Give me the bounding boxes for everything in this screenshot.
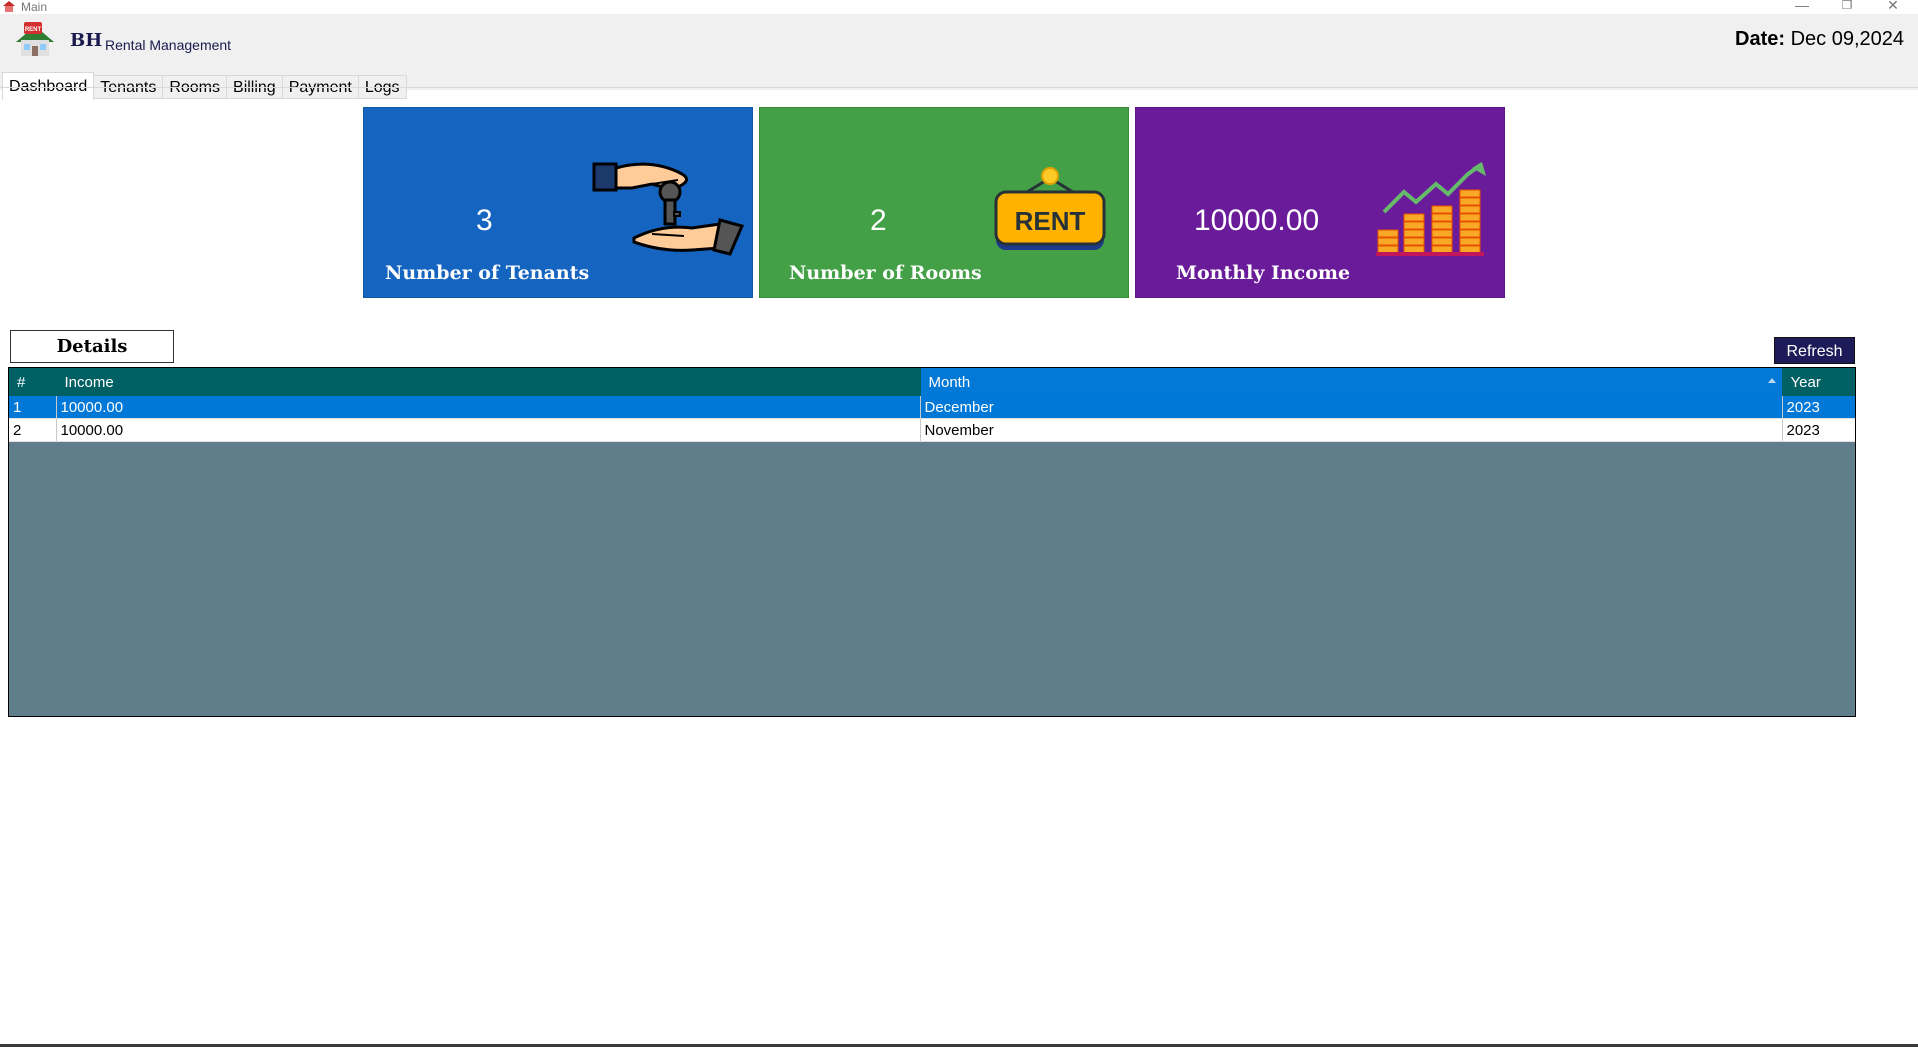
rent-sign-text: RENT (1015, 206, 1086, 236)
cell-month[interactable]: December (920, 396, 1783, 419)
column-header-month[interactable]: Month (920, 368, 1783, 396)
cell-income[interactable]: 10000.00 (56, 396, 921, 419)
rent-sign-icon: RENT (994, 167, 1106, 250)
current-date: Date: Dec 09,2024 (1735, 28, 1904, 51)
rent-house-icon (3, 1, 15, 12)
brand-subtitle: Rental Management (105, 37, 232, 53)
brand-name: BH (70, 30, 103, 51)
date-label: Date: (1735, 28, 1786, 50)
cell-year[interactable]: 2023 (1782, 418, 1855, 442)
income-card: 10000.00 Monthly Income (1135, 107, 1505, 298)
main-tabs: Dashboard Tenants Rooms Billing Payment … (2, 72, 407, 101)
svg-text:RENT: RENT (25, 27, 42, 33)
table-header-row: # Income Month Year (9, 368, 1855, 396)
cell-year[interactable]: 2023 (1782, 396, 1855, 419)
tenants-count: 3 (476, 204, 493, 237)
sort-ascending-icon (1767, 378, 1776, 383)
income-card-label: Monthly Income (1176, 262, 1351, 284)
table-row[interactable]: 2 10000.00 November 2023 (9, 418, 1855, 442)
column-header-year[interactable]: Year (1782, 368, 1855, 396)
tab-content-border (0, 87, 1918, 88)
close-icon[interactable]: ✕ (1883, 0, 1903, 12)
income-grid: # Income Month Year 1 10000.00 December … (8, 367, 1856, 717)
income-growth-icon (1376, 162, 1486, 256)
monthly-income-value: 10000.00 (1194, 204, 1320, 237)
window-title: Main (21, 0, 48, 14)
refresh-button[interactable]: Refresh (1774, 337, 1855, 364)
table-row[interactable]: 1 10000.00 December 2023 (9, 396, 1855, 419)
key-handover-icon (592, 162, 744, 256)
rent-house-icon: RENT (16, 22, 54, 56)
tenants-card-label: Number of Tenants (385, 262, 590, 284)
minimize-icon[interactable]: — (1792, 0, 1812, 12)
cell-income[interactable]: 10000.00 (56, 418, 921, 442)
rooms-card: 2 Number of Rooms RENT (759, 107, 1129, 298)
rooms-card-label: Number of Rooms (789, 262, 982, 284)
cell-num[interactable]: 2 (9, 418, 57, 442)
cell-num[interactable]: 1 (9, 396, 57, 419)
title-bar: Main — ❐ ✕ (0, 0, 1918, 14)
app-header: RENT BH Rental Management Date: Dec 09,2… (0, 14, 1918, 100)
rooms-count: 2 (870, 204, 887, 237)
column-header-month-label: Month (928, 373, 971, 391)
tenants-card: 3 Number of Tenants (363, 107, 753, 298)
column-header-num[interactable]: # (9, 368, 57, 396)
date-value: Dec 09,2024 (1790, 28, 1904, 50)
restore-icon[interactable]: ❐ (1837, 0, 1857, 12)
tab-dashboard[interactable]: Dashboard (2, 72, 95, 100)
column-header-income[interactable]: Income (56, 368, 921, 396)
cell-month[interactable]: November (920, 418, 1783, 442)
income-table: # Income Month Year 1 10000.00 December … (9, 368, 1855, 442)
details-label: Details (10, 330, 174, 363)
